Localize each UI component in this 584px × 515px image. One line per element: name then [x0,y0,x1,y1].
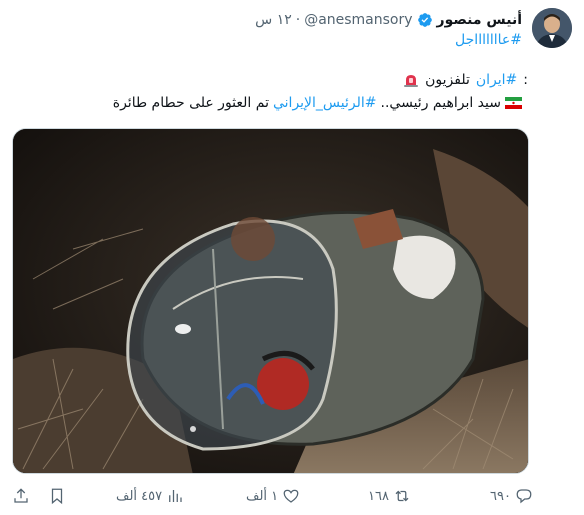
views-chart-icon [169,490,182,502]
views-button[interactable]: ٤٥٧ ألف [116,484,184,508]
tweet-header: أنيس منصور @anesmansory · ١٢ س [255,10,522,30]
likes-count: ١ ألف [246,488,279,504]
bookmark-button[interactable] [48,484,66,508]
line1-suffix: : [523,72,528,88]
rotating-light-icon [403,72,419,88]
line2-suffix: سيد ابراهيم رئيسي.. [380,95,501,111]
line2-prefix: تم العثور على حطام طائرة [112,95,269,111]
tweet-action-bar: ٤٥٧ ألف ١ ألف ١٦٨ ٦٩٠ [12,484,542,508]
replies-count: ٦٩٠ [490,488,511,504]
reply-bubble-icon [516,489,532,504]
share-icon [14,488,28,503]
heart-icon [283,489,299,503]
retweet-icon [395,490,409,502]
bookmark-icon [51,488,63,505]
avatar-image [532,8,572,48]
hashtag-urgent[interactable]: #عاااااااجل [455,32,522,48]
tweet-card[interactable]: أنيس منصور @anesmansory · ١٢ س #عااااااا… [0,0,584,515]
line1-prefix: تلفزيون [425,72,470,88]
views-count: ٤٥٧ ألف [116,488,163,504]
author-handle[interactable]: @anesmansory [304,12,412,28]
avatar[interactable] [532,8,572,48]
retweets-count: ١٦٨ [368,488,389,504]
hashtag-iran[interactable]: #ايران [476,72,517,88]
tweet-text-line-1: تلفزيون #ايران: [403,72,528,88]
hashtag-iranian-president[interactable]: #الرئيس_الإيراني [273,95,377,111]
iran-flag-icon [505,97,522,109]
reply-button[interactable]: ٦٩٠ [490,484,533,508]
like-button[interactable]: ١ ألف [246,484,300,508]
author-name[interactable]: أنيس منصور [437,12,522,28]
helicopter-wreckage-image [13,129,528,473]
header-separator: · [295,12,301,28]
tweet-time[interactable]: ١٢ س [255,12,292,28]
tweet-text-line-2: تم العثور على حطام طائرة #الرئيس_الإيران… [113,95,522,111]
retweet-button[interactable]: ١٦٨ [368,484,411,508]
tweet-media-photo[interactable] [12,128,529,474]
verified-badge-icon [417,12,433,28]
share-button[interactable] [12,484,30,508]
